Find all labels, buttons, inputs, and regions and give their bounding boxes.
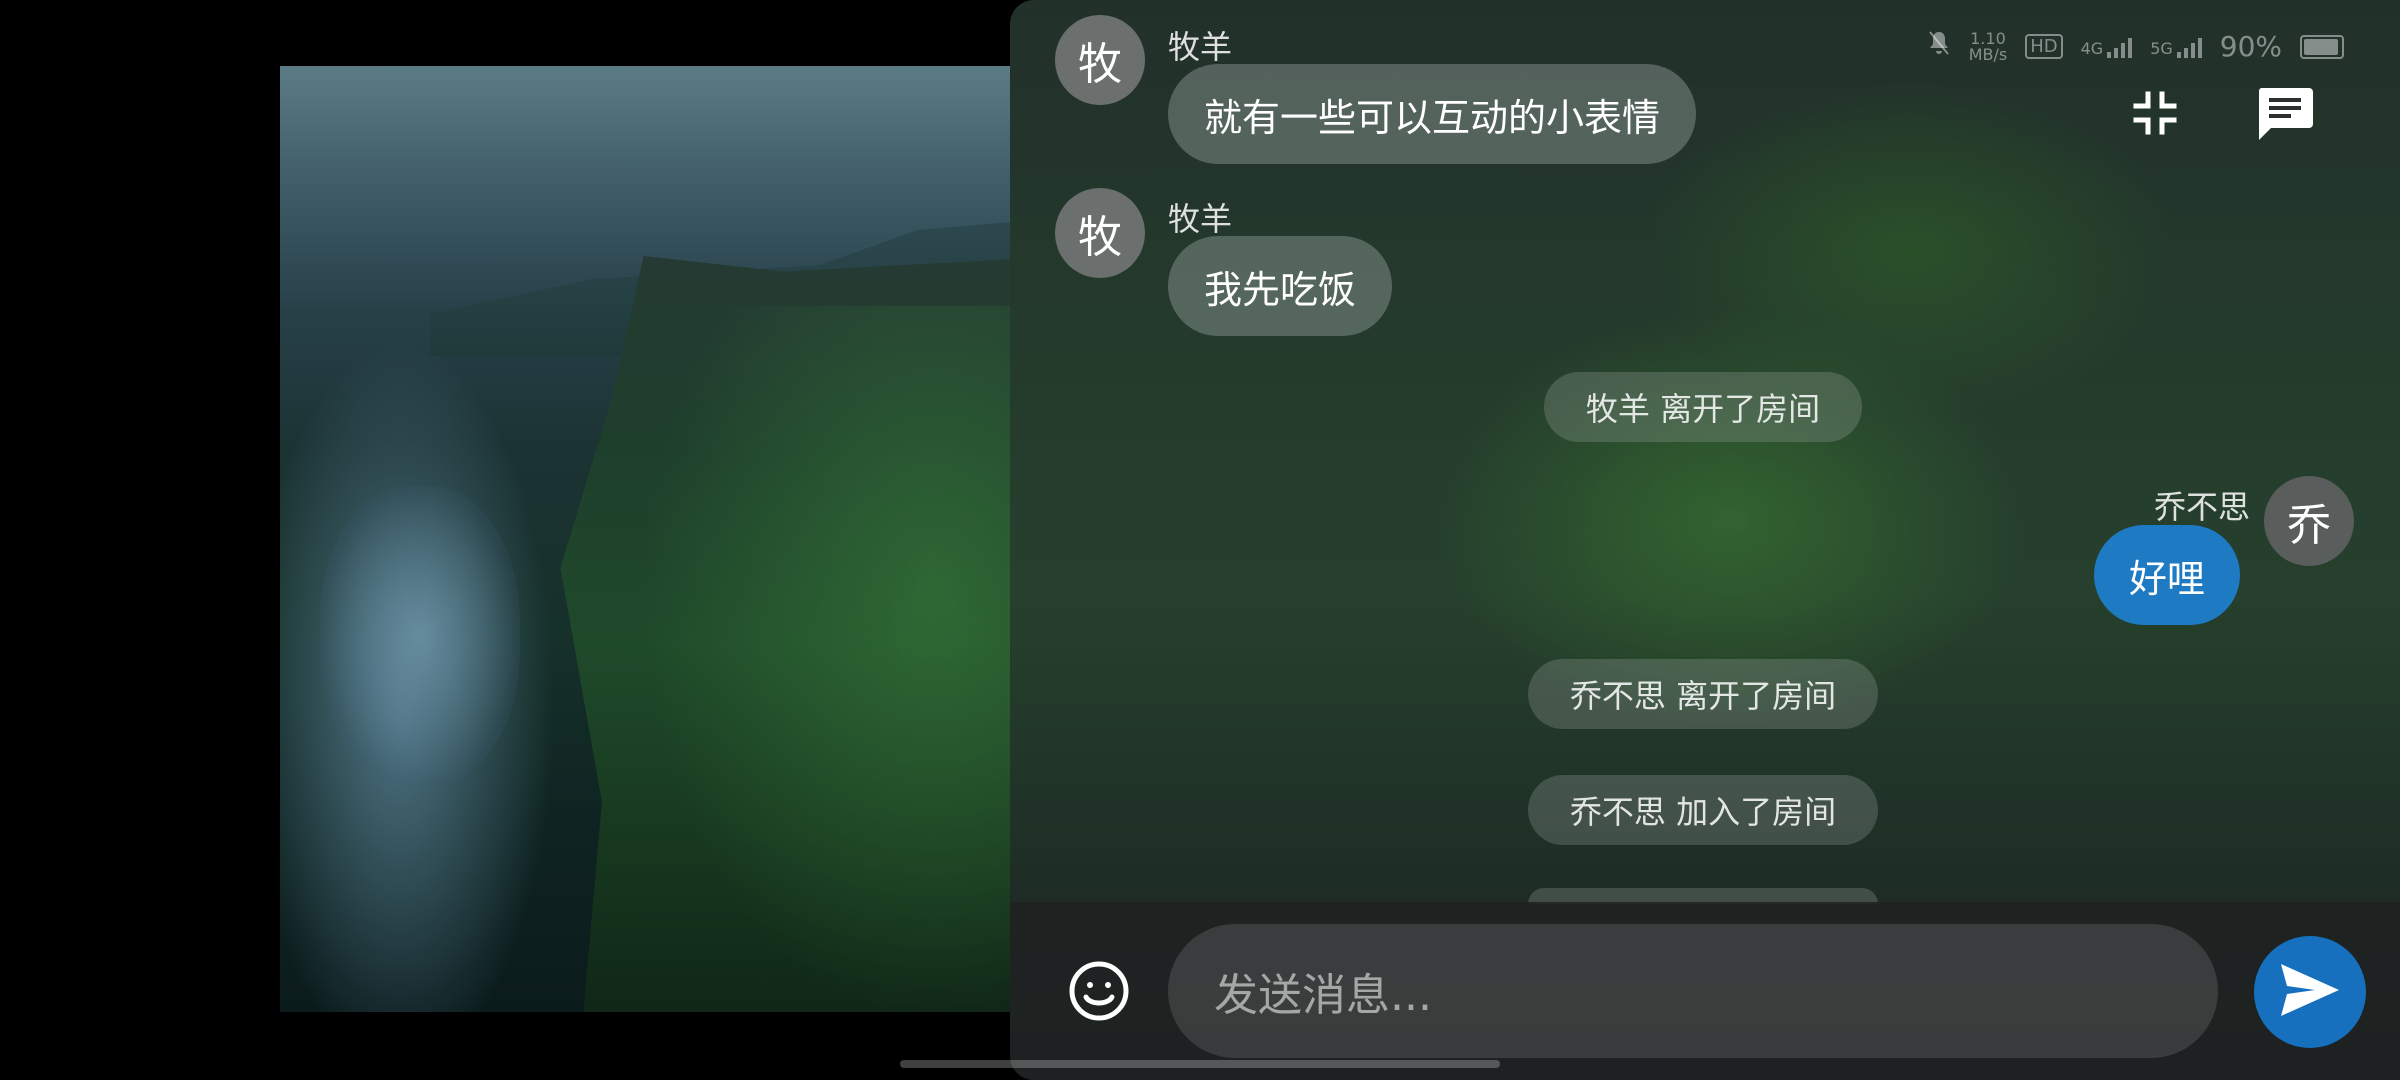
signal-5g: 5G	[2150, 36, 2202, 58]
chat-toggle-button[interactable]	[2250, 80, 2320, 150]
message-input[interactable]: 发送消息...	[1168, 924, 2218, 1058]
chat-panel: 1.10 MB/s HD 4G 5G 90% 牧 牧羊 就有一些可以互动的小表情…	[1010, 0, 2400, 1080]
my-message-bubble[interactable]: 好哩	[2094, 525, 2240, 625]
message-bubble[interactable]: 就有一些可以互动的小表情	[1168, 64, 1697, 164]
send-button[interactable]	[2254, 936, 2366, 1048]
mute-icon	[1927, 30, 1951, 63]
video-frame-grass	[640, 306, 1040, 1012]
video-player[interactable]	[280, 66, 1040, 1012]
emoji-button[interactable]	[1068, 960, 1130, 1022]
battery-icon	[2300, 34, 2344, 59]
signal-bars-icon	[2176, 36, 2202, 58]
hd-badge: HD	[2025, 34, 2063, 59]
battery-level: 90%	[2219, 30, 2282, 63]
avatar[interactable]: 乔	[2264, 476, 2354, 566]
message-bubble[interactable]: 我先吃饭	[1168, 236, 1393, 336]
status-bar: 1.10 MB/s HD 4G 5G 90%	[1927, 30, 2344, 63]
system-notice: 牧羊 离开了房间	[1544, 372, 1862, 442]
system-notice: 乔不思 加入了房间	[1528, 775, 1878, 845]
avatar[interactable]: 牧	[1055, 188, 1145, 278]
home-indicator[interactable]	[900, 1060, 1500, 1068]
send-icon	[2279, 962, 2341, 1022]
system-notice: 乔不思 离开了房间	[1528, 659, 1878, 729]
network-5g-label: 5G	[2150, 38, 2173, 58]
compress-icon	[2132, 90, 2178, 140]
signal-4g: 4G	[2081, 36, 2133, 58]
signal-bars-icon	[2107, 36, 2133, 58]
message-input-bar: 发送消息...	[1010, 902, 2400, 1080]
emoji-icon	[1068, 961, 1130, 1026]
chat-icon	[2255, 84, 2315, 146]
message-sender: 牧羊	[1168, 200, 1233, 238]
minimize-button[interactable]	[2120, 80, 2190, 150]
message-sender: 牧羊	[1168, 28, 1233, 66]
network-speed: 1.10 MB/s	[1968, 30, 2008, 64]
message-sender: 乔不思	[2153, 488, 2250, 526]
avatar[interactable]: 牧	[1055, 15, 1145, 105]
network-speed-unit: MB/s	[1968, 44, 2008, 64]
network-4g-label: 4G	[2080, 38, 2104, 58]
video-frame-water	[320, 486, 520, 786]
